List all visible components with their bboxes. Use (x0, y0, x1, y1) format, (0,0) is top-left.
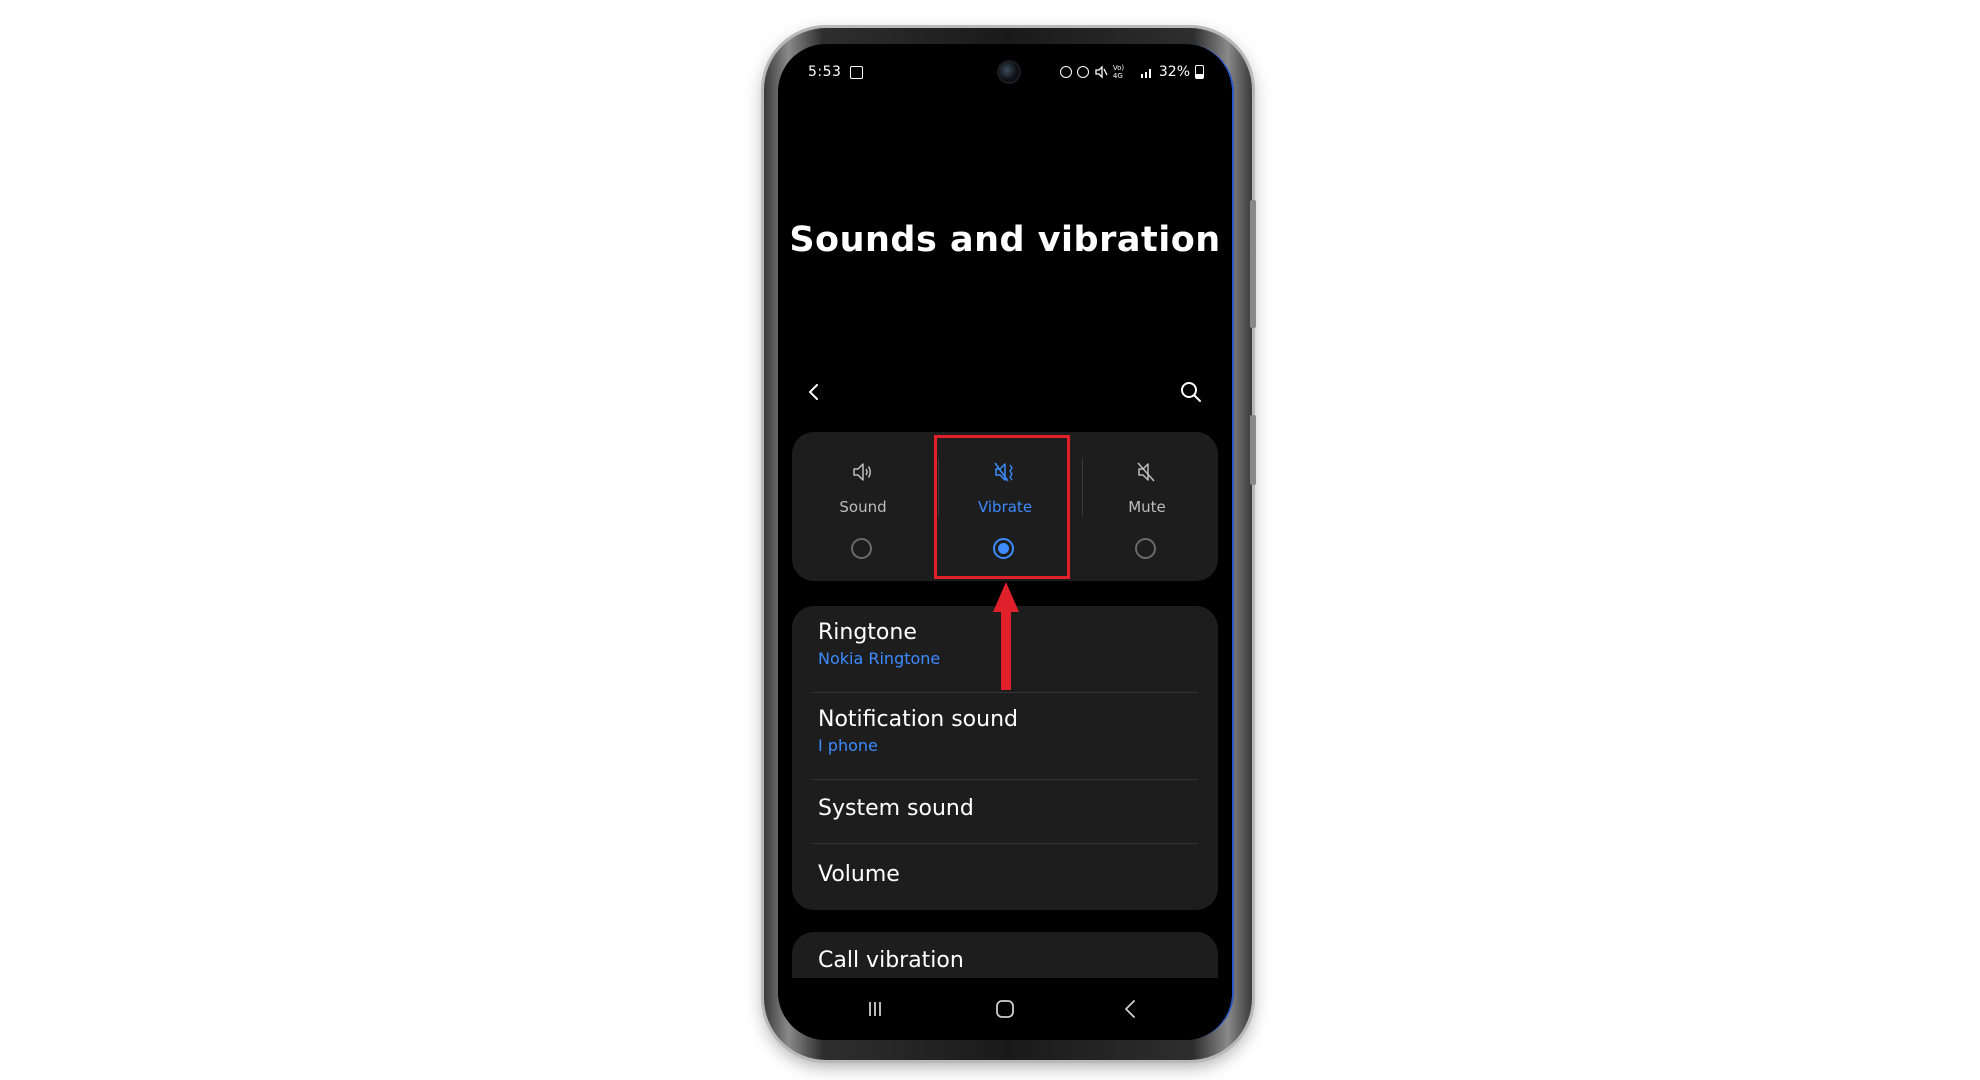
image-notification-icon (850, 66, 863, 79)
notification-sound-value: I phone (818, 736, 878, 755)
lock-icon (1059, 66, 1072, 78)
speaker-icon (853, 463, 871, 481)
page-title: Sounds and vibration (789, 220, 1221, 260)
notification-sound-title: Notification sound (818, 707, 1018, 732)
mute-mode-label: Mute (1128, 498, 1166, 516)
call-vibration-item[interactable]: Call vibration (792, 932, 1218, 973)
up-arrow-annotation (993, 582, 1019, 690)
power-button (1250, 415, 1256, 485)
system-sound-title: System sound (818, 796, 974, 821)
notification-sound-item[interactable]: Notification sound I phone (792, 693, 1218, 779)
sound-mode-option[interactable]: Sound (792, 432, 934, 581)
mute-icon (1137, 462, 1155, 482)
vibrate-status-icon (1095, 65, 1108, 79)
chevron-left-icon[interactable] (806, 384, 822, 400)
system-sound-item[interactable]: System sound (792, 780, 1218, 843)
sound-mode-label: Sound (839, 498, 887, 516)
volume-item[interactable]: Volume (792, 844, 1218, 908)
volume-title: Volume (818, 862, 900, 887)
battery-percent: 32% (1158, 64, 1190, 80)
sound-radio[interactable] (851, 538, 872, 559)
highlight-box (934, 435, 1070, 579)
network-indicator: Vo) 4G (1112, 64, 1125, 80)
home-icon[interactable] (994, 998, 1016, 1020)
search-icon[interactable] (1180, 381, 1202, 403)
mute-mode-option[interactable]: Mute (1076, 432, 1218, 581)
front-camera (997, 60, 1021, 84)
alarm-icon (1076, 66, 1089, 78)
battery-icon (1195, 65, 1204, 79)
signal-icon (1140, 69, 1151, 78)
recents-icon[interactable] (864, 998, 886, 1020)
status-icons: Vo) 4G 32% (1059, 64, 1204, 80)
status-time: 5:53 (808, 64, 842, 80)
volume-button (1250, 200, 1256, 328)
mute-radio[interactable] (1135, 538, 1156, 559)
back-icon[interactable] (1120, 998, 1142, 1020)
navigation-bar (778, 978, 1232, 1040)
call-vibration-title: Call vibration (818, 948, 964, 973)
status-bar: 5:53 Vo) 4G 32% (778, 44, 1232, 100)
